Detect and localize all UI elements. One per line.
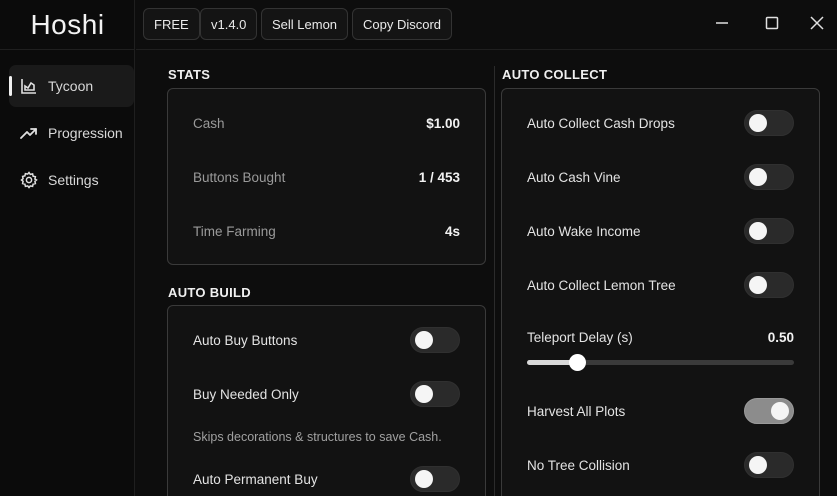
toggle-row-harvest-all-plots: Harvest All Plots [527, 398, 794, 424]
toggle-row-auto-collect-lemon-tree: Auto Collect Lemon Tree [527, 272, 794, 298]
toggle-label: Harvest All Plots [527, 403, 626, 419]
slider-thumb[interactable] [569, 354, 587, 371]
stat-row-buttons-bought: Buttons Bought 1 / 453 [193, 165, 460, 189]
stats-card: Cash $1.00 Buttons Bought 1 / 453 Time F… [167, 88, 486, 265]
toggle-row-auto-collect-cash-drops: Auto Collect Cash Drops [527, 110, 794, 136]
toggle-knob [749, 456, 767, 474]
toggle-knob [415, 385, 433, 403]
maximize-icon[interactable] [762, 13, 782, 33]
harvest-all-plots-toggle[interactable] [744, 398, 794, 424]
stat-value: $1.00 [426, 115, 460, 131]
toggle-row-buy-needed-only: Buy Needed Only [193, 381, 460, 407]
buy-needed-only-note: Skips decorations & structures to save C… [193, 430, 442, 444]
sidebar-item-progression[interactable]: Progression [9, 112, 134, 154]
toggle-knob [749, 114, 767, 132]
toggle-label: Auto Buy Buttons [193, 332, 298, 348]
toggle-label: Auto Wake Income [527, 223, 641, 239]
sell-lemon-button[interactable]: Sell Lemon [261, 8, 349, 40]
toggle-label: No Tree Collision [527, 457, 630, 473]
stat-label: Buttons Bought [193, 169, 286, 185]
auto-collect-cash-drops-toggle[interactable] [744, 110, 794, 136]
auto-buy-buttons-toggle[interactable] [410, 327, 460, 353]
sidebar: Hoshi Tycoon Progression Settings [0, 0, 135, 496]
slider-label: Teleport Delay (s) [527, 329, 633, 345]
toggle-label: Auto Cash Vine [527, 169, 621, 185]
toggle-row-auto-buy-buttons: Auto Buy Buttons [193, 327, 460, 353]
copy-discord-button[interactable]: Copy Discord [352, 8, 453, 40]
trend-up-icon [20, 124, 38, 142]
sidebar-item-tycoon[interactable]: Tycoon [9, 65, 134, 107]
stat-row-cash: Cash $1.00 [193, 111, 460, 135]
gear-icon [20, 171, 38, 189]
auto-cash-vine-toggle[interactable] [744, 164, 794, 190]
slider-row-teleport-delay: Teleport Delay (s) 0.50 [527, 325, 794, 349]
toggle-row-auto-cash-vine: Auto Cash Vine [527, 164, 794, 190]
sidebar-item-label: Tycoon [48, 78, 94, 94]
toggle-knob [749, 222, 767, 240]
toggle-knob [749, 168, 767, 186]
chart-icon [20, 77, 38, 95]
column-divider [494, 66, 495, 496]
toggle-knob [415, 470, 433, 488]
toggle-row-auto-permanent-buy: Auto Permanent Buy [193, 466, 460, 492]
no-tree-collision-toggle[interactable] [744, 452, 794, 478]
auto-permanent-buy-toggle[interactable] [410, 466, 460, 492]
toggle-knob [415, 331, 433, 349]
toggle-knob [771, 402, 789, 420]
stat-label: Cash [193, 115, 225, 131]
auto-collect-title: AUTO COLLECT [502, 67, 608, 82]
sidebar-nav: Tycoon Progression Settings [9, 65, 134, 206]
top-bar: FREE v1.4.0 Sell Lemon Copy Discord [136, 0, 837, 50]
sidebar-item-label: Progression [48, 125, 123, 141]
stat-label: Time Farming [193, 223, 276, 239]
toggle-row-auto-wake-income: Auto Wake Income [527, 218, 794, 244]
toggle-knob [749, 276, 767, 294]
stat-value: 1 / 453 [418, 169, 460, 185]
stat-value: 4s [444, 223, 460, 239]
toggle-label: Auto Collect Lemon Tree [527, 277, 676, 293]
toggle-label: Auto Permanent Buy [193, 471, 318, 487]
sidebar-item-settings[interactable]: Settings [9, 159, 134, 201]
slider-value: 0.50 [767, 329, 794, 345]
toggle-label: Auto Collect Cash Drops [527, 115, 675, 131]
toggle-row-no-tree-collision: No Tree Collision [527, 452, 794, 478]
free-button[interactable]: FREE [143, 8, 200, 40]
teleport-delay-slider[interactable] [527, 354, 794, 371]
version-button[interactable]: v1.4.0 [200, 8, 258, 40]
app-logo: Hoshi [0, 0, 135, 50]
auto-wake-income-toggle[interactable] [744, 218, 794, 244]
minimize-icon[interactable] [712, 13, 732, 33]
buy-needed-only-toggle[interactable] [410, 381, 460, 407]
stats-title: STATS [168, 67, 211, 82]
toggle-label: Buy Needed Only [193, 386, 299, 402]
close-icon[interactable] [807, 13, 827, 33]
auto-build-title: AUTO BUILD [168, 285, 251, 300]
stat-row-time-farming: Time Farming 4s [193, 219, 460, 243]
auto-collect-lemon-tree-toggle[interactable] [744, 272, 794, 298]
sidebar-item-label: Settings [48, 172, 99, 188]
auto-build-card: Auto Buy Buttons Buy Needed Only Skips d… [167, 305, 486, 496]
auto-collect-card: Auto Collect Cash Drops Auto Cash Vine A… [501, 88, 820, 496]
